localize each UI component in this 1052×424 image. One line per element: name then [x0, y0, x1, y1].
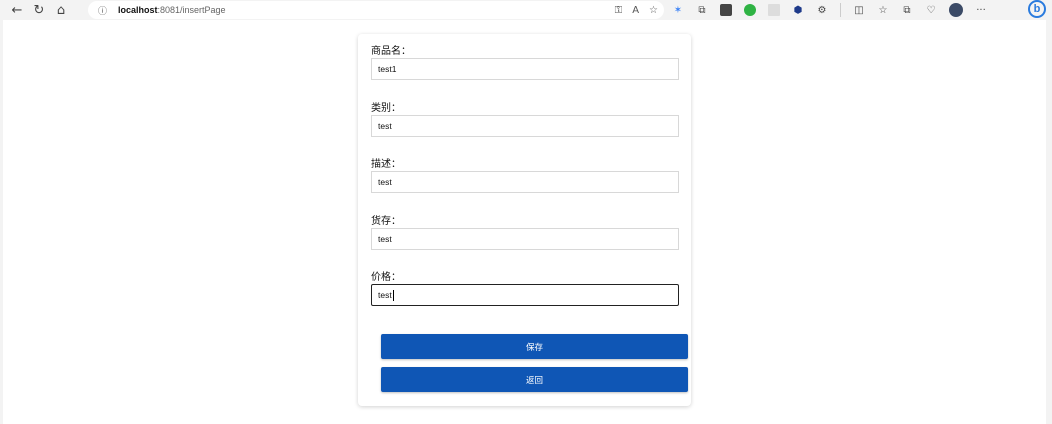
- performance-icon[interactable]: ♡: [925, 4, 937, 16]
- field-price: 价格： test: [371, 272, 679, 306]
- address-path: :8081/insertPage: [157, 5, 226, 15]
- price-label: 价格：: [371, 272, 401, 283]
- toolbar-divider: [840, 3, 841, 17]
- field-description: 描述： test: [371, 159, 679, 193]
- address-bar[interactable]: ⓘ localhost:8081/insertPage ⚿ A ☆: [88, 1, 664, 19]
- save-button[interactable]: 保存: [381, 334, 688, 359]
- address-bar-actions: ⚿ A ☆: [615, 1, 658, 19]
- favorites-icon[interactable]: ☆: [877, 4, 889, 16]
- description-label: 描述：: [371, 159, 401, 170]
- field-stock: 货存： test: [371, 216, 679, 250]
- stock-label: 货存：: [371, 216, 401, 227]
- category-input[interactable]: test: [371, 115, 679, 137]
- collections-icon[interactable]: ⧉: [901, 4, 913, 16]
- stock-input[interactable]: test: [371, 228, 679, 250]
- description-input[interactable]: test: [371, 171, 679, 193]
- bing-copilot-icon[interactable]: b: [1028, 0, 1046, 18]
- puzzle-extensions-icon[interactable]: ⚙: [816, 4, 828, 16]
- field-product-name: 商品名： test1: [371, 46, 679, 80]
- green-extension-icon[interactable]: [744, 4, 756, 16]
- sparkle-extension-icon[interactable]: ✶: [672, 4, 684, 16]
- product-name-input[interactable]: test1: [371, 58, 679, 80]
- category-label: 类别：: [371, 103, 401, 114]
- key-icon[interactable]: ⚿: [615, 5, 623, 16]
- text-caret: [392, 290, 394, 302]
- product-insert-form: 商品名： test1 类别： test 描述： test 货存： test 价格…: [358, 34, 691, 406]
- back-button[interactable]: 返回: [381, 367, 688, 392]
- split-screen-icon[interactable]: ◫: [853, 4, 865, 16]
- field-category: 类别： test: [371, 103, 679, 137]
- price-input[interactable]: test: [371, 284, 679, 306]
- site-info-icon[interactable]: ⓘ: [98, 4, 112, 17]
- product-name-label: 商品名：: [371, 46, 411, 57]
- back-arrow-icon[interactable]: ←: [6, 0, 28, 20]
- price-input-value: test: [378, 290, 392, 300]
- more-menu-icon[interactable]: ···: [975, 4, 987, 16]
- page-extension-icon[interactable]: [768, 4, 780, 16]
- profile-avatar[interactable]: [949, 3, 963, 17]
- read-aloud-icon[interactable]: A: [632, 5, 639, 16]
- refresh-icon[interactable]: ↻: [28, 0, 50, 20]
- copy-extension-icon[interactable]: ⧉: [696, 4, 708, 16]
- home-icon[interactable]: ⌂: [50, 0, 72, 20]
- favorite-star-icon[interactable]: ☆: [649, 5, 658, 16]
- dark-extension-icon[interactable]: [720, 4, 732, 16]
- extension-toolbar: ✶ ⧉ ⬢ ⚙ ◫ ☆ ⧉ ♡ ···: [672, 0, 987, 20]
- browser-toolbar: ← ↻ ⌂ ⓘ localhost:8081/insertPage ⚿ A ☆ …: [0, 0, 1052, 20]
- hexagon-extension-icon[interactable]: ⬢: [792, 4, 804, 16]
- address-host: localhost: [118, 5, 158, 15]
